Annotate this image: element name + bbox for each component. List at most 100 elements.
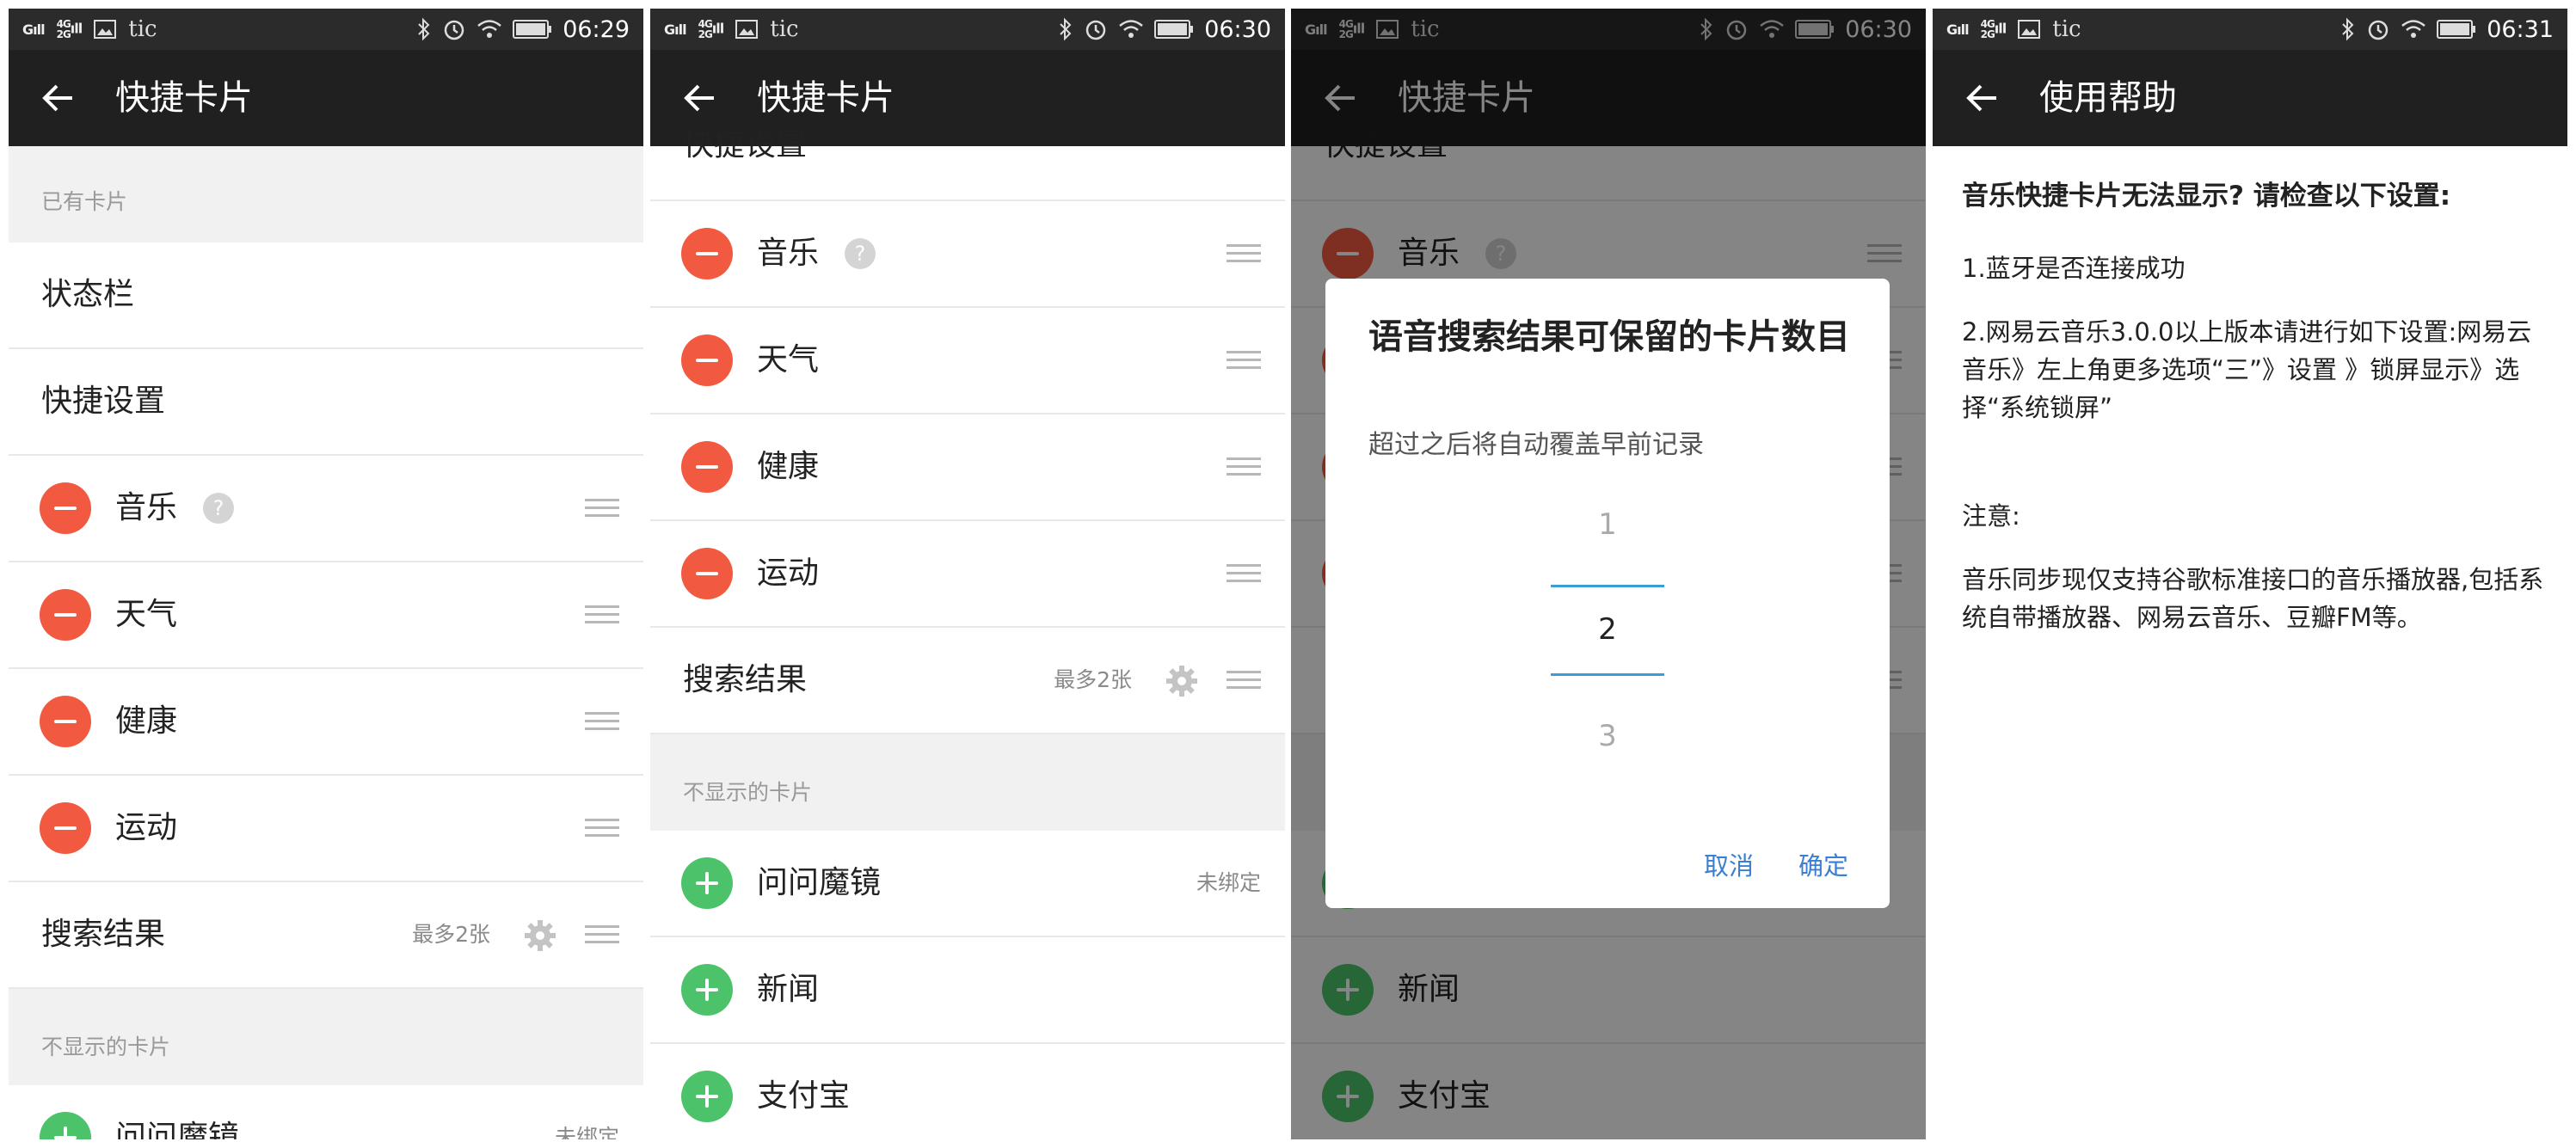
alarm-icon <box>2366 17 2390 41</box>
list-item-music[interactable]: 音乐 ? <box>650 201 1285 308</box>
note-label: 注意: <box>1962 501 2020 531</box>
drag-handle-icon[interactable] <box>1227 244 1261 265</box>
gear-icon[interactable] <box>1165 664 1199 698</box>
gear-icon[interactable] <box>523 918 557 953</box>
help-icon[interactable]: ? <box>845 238 876 269</box>
row-label: 问问魔镜 <box>115 1120 240 1139</box>
cancel-button[interactable]: 取消 <box>1704 846 1754 882</box>
list-item-quick-settings[interactable]: 快捷设置 <box>9 349 643 456</box>
row-label: 音乐 <box>757 236 820 271</box>
drag-handle-icon[interactable] <box>1227 351 1261 371</box>
clock: 06:29 <box>563 15 630 43</box>
list-item-sport[interactable]: 运动 <box>9 776 643 882</box>
row-label: 运动 <box>115 810 178 845</box>
list-item-health[interactable]: 健康 <box>9 669 643 776</box>
remove-icon[interactable] <box>681 335 733 386</box>
status-bar: Gıll 4G 2Gıll tic 06:29 <box>9 9 643 50</box>
page-title: 使用帮助 <box>2039 78 2177 118</box>
list-item-sport[interactable]: 运动 <box>650 521 1285 628</box>
drag-handle-icon[interactable] <box>585 499 619 519</box>
confirm-button[interactable]: 确定 <box>1798 846 1848 882</box>
battery-icon <box>1154 19 1194 40</box>
section-hidden: 不显示的卡片 <box>9 989 643 1085</box>
add-icon[interactable] <box>681 857 733 909</box>
help-heading: 音乐快捷卡片无法显示? 请检查以下设置: <box>1962 181 2451 212</box>
drag-handle-icon[interactable] <box>585 819 619 839</box>
remove-icon[interactable] <box>681 228 733 279</box>
help-item-2: 2.网易云音乐3.0.0以上版本请进行如下设置:网易云音乐》左上角更多选项“三”… <box>1962 317 2532 422</box>
note-text: 音乐同步现仅支持谷歌标准接口的音乐播放器,包括系统自带播放器、网易云音乐、豆瓣F… <box>1962 565 2544 632</box>
clock: 06:30 <box>1204 15 1271 43</box>
remove-icon[interactable] <box>40 802 91 854</box>
row-label: 天气 <box>757 342 820 378</box>
row-label: 运动 <box>757 556 820 591</box>
list-item-search-results[interactable]: 搜索结果 最多2张 <box>9 882 643 989</box>
list-item-weather[interactable]: 天气 <box>650 308 1285 414</box>
help-item-1: 1.蓝牙是否连接成功 <box>1962 254 2186 283</box>
app-toolbar: 快捷卡片 <box>9 50 643 146</box>
help-icon[interactable]: ? <box>203 493 234 524</box>
picker-divider-bottom <box>1551 673 1664 676</box>
drag-handle-icon[interactable] <box>585 605 619 626</box>
list-item-ask-mirror[interactable]: 问问魔镜 未绑定 <box>9 1085 643 1139</box>
picker-divider-top <box>1551 585 1664 587</box>
list-item-status-bar[interactable]: 状态栏 <box>9 242 643 349</box>
add-icon[interactable] <box>681 1071 733 1122</box>
drag-handle-icon[interactable] <box>1227 671 1261 691</box>
screen-quick-cards-1: Gıll 4G 2Gıll tic 06:29 快捷卡片 已有卡片 状态栏 快捷设… <box>9 9 643 1139</box>
drag-handle-icon[interactable] <box>585 925 619 946</box>
add-icon[interactable] <box>40 1112 91 1139</box>
search-max-count: 最多2张 <box>1054 667 1132 692</box>
status-bar: Gıll 4G 2Gıll tic 06:30 <box>650 9 1285 50</box>
remove-icon[interactable] <box>40 696 91 747</box>
drag-handle-icon[interactable] <box>1227 457 1261 478</box>
add-icon[interactable] <box>681 964 733 1016</box>
section-existing: 已有卡片 <box>9 146 643 242</box>
card-list: 已有卡片 状态栏 快捷设置 音乐 ? 天气 健康 运动 搜索结果 最多2张 不显… <box>9 146 643 1139</box>
list-item-music[interactable]: 音乐 ? <box>9 456 643 562</box>
signal-icon: Gıll <box>1946 21 1970 38</box>
section-hidden: 不显示的卡片 <box>650 734 1285 831</box>
screen-help: Gıll 4G 2Gıll tic 06:31 使用帮助 音乐快捷卡片无法显示? … <box>1933 9 2567 1139</box>
row-label: 新闻 <box>757 972 820 1007</box>
battery-icon <box>2437 19 2476 40</box>
list-item-weather[interactable]: 天气 <box>9 562 643 669</box>
battery-icon <box>513 19 552 40</box>
list-item-news[interactable]: 新闻 <box>650 937 1285 1044</box>
drag-handle-icon[interactable] <box>1227 564 1261 585</box>
list-item-quick-settings-partial[interactable]: 快捷设置 <box>650 127 1285 201</box>
bluetooth-icon <box>1058 17 1073 41</box>
list-item-alipay[interactable]: 支付宝 <box>650 1044 1285 1139</box>
row-label: 健康 <box>115 703 178 739</box>
carrier-label: tic <box>770 16 799 42</box>
picker-option-selected[interactable]: 2 <box>1325 612 1890 647</box>
list-item-ask-mirror[interactable]: 问问魔镜 未绑定 <box>650 831 1285 937</box>
carrier-label: tic <box>128 16 157 42</box>
remove-icon[interactable] <box>681 548 733 599</box>
remove-icon[interactable] <box>681 441 733 493</box>
screen-quick-cards-2: Gıll 4G 2Gıll tic 06:30 快捷卡片 快捷设置 音乐 ? 天… <box>650 9 1285 1139</box>
wifi-icon <box>1118 19 1144 40</box>
remove-icon[interactable] <box>40 482 91 534</box>
signal-4g-icon: 4G 2Gıll <box>698 18 725 40</box>
picker-option-3[interactable]: 3 <box>1325 719 1890 753</box>
wifi-icon <box>476 19 502 40</box>
signal-4g-icon: 4G 2Gıll <box>1980 18 2007 40</box>
row-label: 快捷设置 <box>683 127 808 163</box>
remove-icon[interactable] <box>40 589 91 641</box>
row-label: 搜索结果 <box>41 917 166 952</box>
wifi-icon <box>2401 19 2426 40</box>
back-arrow-icon[interactable] <box>1962 77 2003 119</box>
unbound-status: 未绑定 <box>1196 870 1261 895</box>
picker-option-1[interactable]: 1 <box>1325 507 1890 542</box>
signal-icon: Gıll <box>664 21 687 38</box>
help-content: 音乐快捷卡片无法显示? 请检查以下设置: 1.蓝牙是否连接成功 2.网易云音乐3… <box>1933 146 2567 1139</box>
search-max-count: 最多2张 <box>412 922 490 947</box>
drag-handle-icon[interactable] <box>585 712 619 733</box>
row-label: 问问魔镜 <box>757 865 882 900</box>
list-item-health[interactable]: 健康 <box>650 414 1285 521</box>
bluetooth-icon <box>416 17 432 41</box>
list-item-search-results[interactable]: 搜索结果 最多2张 <box>650 628 1285 734</box>
unbound-status: 未绑定 <box>554 1125 619 1139</box>
back-arrow-icon[interactable] <box>38 77 79 119</box>
